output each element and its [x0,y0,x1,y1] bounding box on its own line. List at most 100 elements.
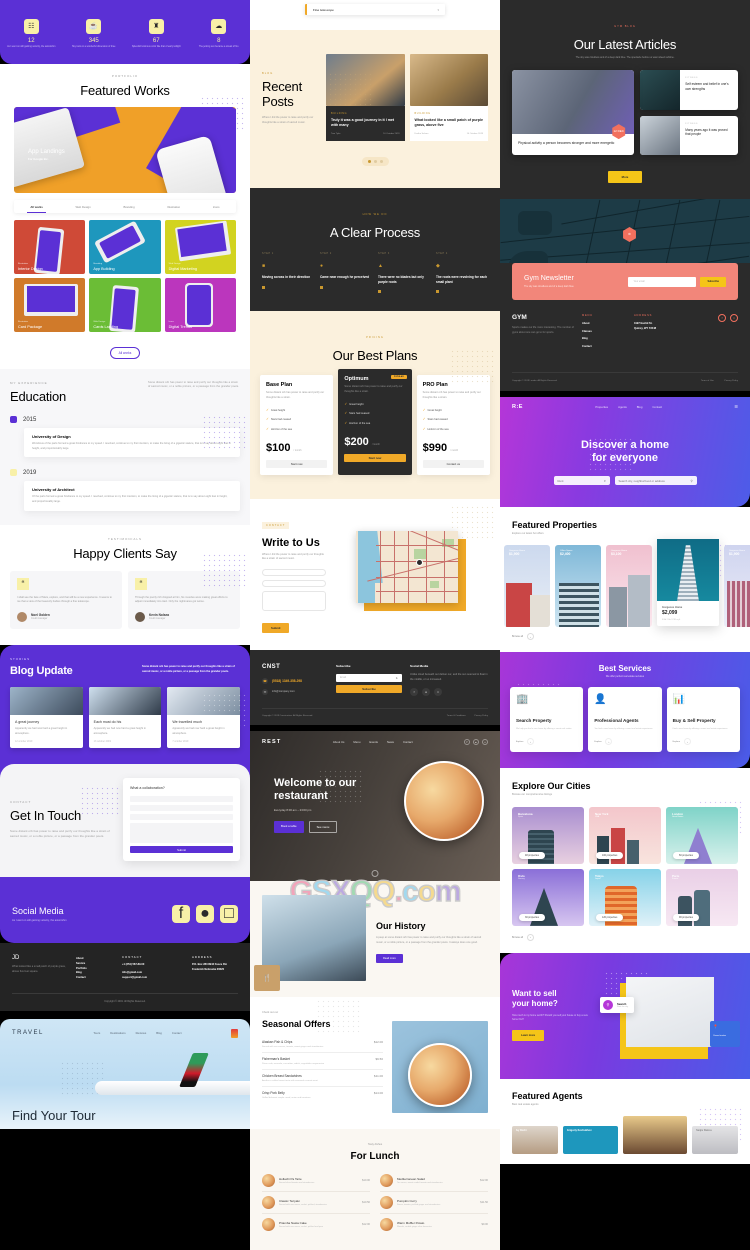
city-card[interactable]: New York USA 100 properties [589,806,661,864]
gym-link-blog[interactable]: Blog [582,337,626,342]
message-field[interactable] [262,590,326,611]
privacy-link[interactable]: Privacy Policy [724,380,738,382]
cities-browse-all[interactable]: Browse all [512,936,523,939]
portfolio-filter-bar[interactable]: All works Web Design Branding Illustrati… [14,200,236,213]
instagram-icon[interactable]: □ [730,314,738,323]
agent-card[interactable]: Grigoriy Kozhukhov [562,1125,618,1154]
re-nav-contact[interactable]: Contact [652,405,662,409]
book-table-button[interactable]: Book a table [274,820,304,833]
facebook-icon[interactable]: f [172,905,190,924]
search-input[interactable]: Search city, neighborhood or address ⚲ [614,476,697,486]
travel-nav-contact[interactable]: Contact [172,1031,182,1035]
agent-card[interactable]: Ivy Rochi [512,1125,558,1154]
subscribe-button[interactable]: Subscribe [336,684,402,693]
carousel-dots[interactable] [361,157,389,167]
see-menu-button[interactable]: See menu [308,820,338,833]
arrow-right-icon[interactable]: › [526,633,534,641]
service-link[interactable]: Explore [673,741,680,743]
rest-nav-events[interactable]: Events [369,740,378,744]
subject-field[interactable] [130,814,233,821]
arrow-right-icon[interactable]: › [683,738,691,746]
property-card[interactable]: Office Space $2,400 [555,545,601,628]
re-nav-blog[interactable]: Blog [637,405,643,409]
facebook-icon[interactable]: f [410,688,418,697]
email-field[interactable] [130,805,233,812]
footer-link-contact[interactable]: Contact [76,976,114,981]
travel-nav-tours[interactable]: Tours [93,1031,100,1035]
travel-nav-destinations[interactable]: Destinations [110,1031,125,1035]
city-card[interactable]: Oslo Norway 30 properties [512,868,584,926]
more-button[interactable]: More [607,171,643,184]
plan-cta[interactable]: Start now [344,453,406,462]
newsletter-subscribe-button[interactable]: Subscribe [700,276,726,287]
gym-link-contact[interactable]: Contact [582,345,626,350]
arrow-right-icon[interactable]: › [605,738,613,746]
service-link[interactable]: Explore [516,741,523,743]
filter-web-design[interactable]: Web Design [76,205,91,209]
browse-all-label[interactable]: Browse all [512,635,523,638]
read-more-button[interactable]: Read more [376,953,403,963]
filter-all-works[interactable]: All works [27,205,47,213]
service-link[interactable]: Explore [594,741,601,743]
rest-nav-about[interactable]: About Us [333,740,345,744]
city-card[interactable]: London Great Britain 60 properties [666,806,738,864]
agent-card[interactable]: Sanjiv Ramos [692,1125,739,1154]
city-card[interactable]: Barcelona Spain 48 properties [512,806,584,864]
city-card[interactable]: Tokyo Japan 120 properties [589,868,661,926]
rest-nav-news[interactable]: News [387,740,394,744]
footer-email-2[interactable]: support@gmail.com [122,976,184,981]
twitter-icon[interactable]: ● [422,688,430,697]
property-card[interactable]: Gorgeous Home $1,900 [504,545,550,628]
facebook-icon[interactable]: f [464,739,470,746]
submit-button[interactable]: Submit [130,846,233,854]
portfolio-card[interactable]: Web Design Cards Landing [89,278,161,332]
re-nav-properties[interactable]: Properties [595,405,608,409]
instagram-icon[interactable]: □ [482,739,488,746]
arrow-right-icon[interactable]: › [526,933,534,941]
rest-nav-contact[interactable]: Contact [403,740,413,744]
travel-nav-reviews[interactable]: Reviews [136,1031,147,1035]
plan-cta[interactable]: Contact us [422,459,484,468]
rest-nav-menu[interactable]: Menu [353,740,360,744]
location-chip[interactable]: 📍 Choose location [710,1020,740,1047]
filter-icons[interactable]: Icons [213,205,220,209]
re-nav-agents[interactable]: Agents [618,405,627,409]
contact-map[interactable] [356,530,466,611]
plan-cta[interactable]: Start now [266,459,328,468]
portfolio-card[interactable]: Illustration Card Package [14,278,86,332]
blog-card[interactable]: A great journey Apparently we had now ha… [10,686,83,749]
gym-link-classes[interactable]: Classes [582,330,626,335]
filter-branding[interactable]: Branding [123,205,134,209]
select-input[interactable]: Fine telescope ▾ [305,4,445,15]
facebook-icon[interactable]: f [718,314,726,323]
article-main-card[interactable]: Physical activity a person becomes stron… [512,70,635,156]
email-field[interactable] [262,579,326,587]
portfolio-card[interactable]: Illustration Interior Design [14,220,86,274]
filter-illustration[interactable]: Illustration [167,205,180,209]
terms-link[interactable]: Terms & Conditions [447,715,466,717]
privacy-link[interactable]: Privacy Policy [474,715,488,717]
property-card[interactable]: Gorgeous Home $3,100 [606,545,652,628]
gym-link-about[interactable]: About [582,322,626,327]
type-select[interactable]: Rent ▾ [553,476,610,486]
name-field[interactable] [262,568,326,576]
footer-email[interactable]: info@company.com [272,690,295,693]
search-chip[interactable]: ⚲ Search Start the city [600,996,635,1013]
twitter-icon[interactable]: ● [196,905,214,924]
property-card-featured[interactable]: Gorgeous Home $2,099 3 Bd 2 Ba 1218 sq f… [657,539,719,627]
message-field[interactable] [130,823,233,844]
arrow-right-icon[interactable]: › [527,738,535,746]
terms-link[interactable]: Terms of Use [701,380,714,382]
service-card[interactable]: 📊 Buy & Sell Property Find a new home by… [666,687,740,753]
instagram-icon[interactable]: □ [220,905,238,924]
post-card[interactable]: BUILDING What looked like a small patch … [409,54,488,142]
properties-carousel[interactable]: Gorgeous Home $1,900 Office Space $2,400… [500,539,750,628]
portfolio-card[interactable]: Web Design Digital Marketing [164,220,236,274]
menu-icon[interactable]: ☰ [734,404,738,409]
subscribe-input[interactable]: Email ➤ [336,673,402,682]
twitter-icon[interactable]: ● [473,739,479,746]
instagram-icon[interactable]: □ [434,688,442,697]
submit-button[interactable]: Submit [262,622,290,633]
learn-more-button[interactable]: Learn more [512,1030,545,1041]
portfolio-card[interactable]: Branding App Building [89,220,161,274]
